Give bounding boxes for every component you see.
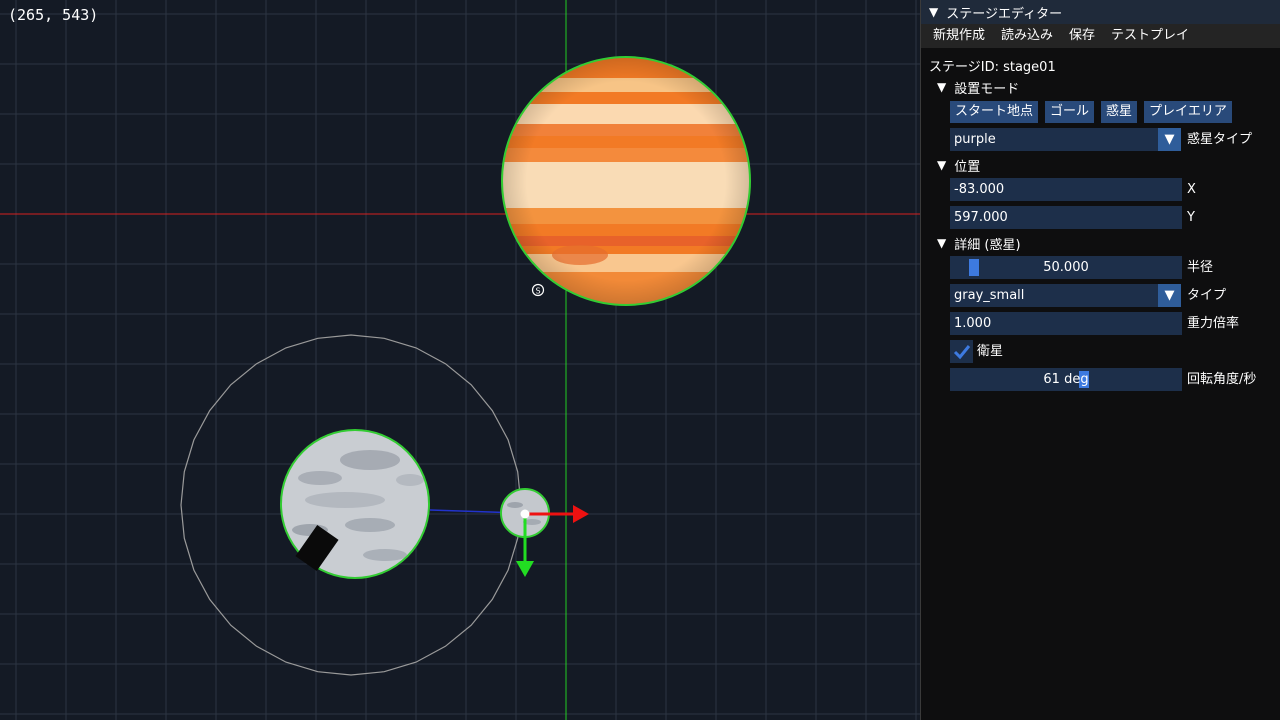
radius-label: 半径: [1187, 260, 1214, 275]
gizmo-center-handle[interactable]: [520, 509, 530, 519]
panel-titlebar[interactable]: ▼ ステージエディター: [921, 0, 1280, 24]
position-x-label: X: [1187, 182, 1196, 197]
rotation-label: 回転角度/秒: [1187, 372, 1257, 387]
type-label: タイプ: [1187, 288, 1227, 303]
stage-canvas[interactable]: S: [0, 0, 920, 720]
type-select[interactable]: gray_small: [950, 284, 1158, 307]
checkmark-icon: [953, 345, 971, 360]
collapse-triangle-icon[interactable]: ▼: [929, 5, 938, 19]
placement-mode-header[interactable]: ▼ 設置モード: [921, 76, 1280, 98]
jupiter-planet[interactable]: [500, 55, 760, 315]
position-y-input[interactable]: 597.000: [950, 206, 1182, 229]
position-y-label: Y: [1187, 210, 1195, 225]
section-triangle-icon[interactable]: ▼: [937, 80, 946, 94]
type-dropdown-icon[interactable]: ▼: [1158, 284, 1181, 307]
stage-id-label: ステージID: stage01: [929, 59, 1056, 75]
position-header[interactable]: ▼ 位置: [921, 154, 1280, 176]
planet-type-label: 惑星タイプ: [1187, 132, 1253, 147]
move-gizmo[interactable]: [516, 505, 589, 577]
menu-new[interactable]: 新規作成: [925, 24, 993, 48]
radius-slider[interactable]: 50.000: [950, 256, 1182, 279]
stage-editor-panel: ▼ ステージエディター 新規作成 読み込み 保存 テストプレイ ステージID: …: [920, 0, 1280, 720]
gravity-input[interactable]: 1.000: [950, 312, 1182, 335]
menu-save[interactable]: 保存: [1061, 24, 1103, 48]
satellite-checkbox[interactable]: [950, 340, 973, 363]
menu-testplay[interactable]: テストプレイ: [1103, 24, 1197, 48]
details-header[interactable]: ▼ 詳細 (惑星): [921, 232, 1280, 254]
stage-viewport[interactable]: S (265, 543): [0, 0, 920, 720]
rotation-value: 61 deg: [1043, 372, 1089, 387]
radius-slider-grab[interactable]: [969, 259, 979, 276]
section-triangle-icon[interactable]: ▼: [937, 158, 946, 172]
planet-type-dropdown-icon[interactable]: ▼: [1158, 128, 1181, 151]
gravity-label: 重力倍率: [1187, 316, 1240, 331]
panel-title: ステージエディター: [946, 6, 1063, 22]
details-title: 詳細 (惑星): [954, 237, 1021, 253]
placement-mode-title: 設置モード: [954, 81, 1020, 97]
planet-button[interactable]: 惑星: [1101, 101, 1138, 123]
gizmo-y-arrowhead[interactable]: [516, 561, 534, 577]
play-area-button[interactable]: プレイエリア: [1144, 101, 1232, 123]
radius-value: 50.000: [1043, 260, 1089, 275]
gizmo-x-arrowhead[interactable]: [573, 505, 589, 523]
grid: [0, 0, 920, 720]
goal-button[interactable]: ゴール: [1045, 101, 1095, 123]
gray-planet[interactable]: [280, 429, 430, 580]
start-point-button[interactable]: スタート地点: [950, 101, 1039, 123]
section-triangle-icon[interactable]: ▼: [937, 236, 946, 250]
position-title: 位置: [954, 159, 981, 175]
menu-bar: 新規作成 読み込み 保存 テストプレイ: [921, 24, 1280, 48]
svg-text:S: S: [535, 287, 540, 296]
rotation-slider[interactable]: 61 deg: [950, 368, 1182, 391]
cursor-coordinates: (265, 543): [8, 6, 99, 24]
menu-load[interactable]: 読み込み: [993, 24, 1061, 48]
position-x-input[interactable]: -83.000: [950, 178, 1182, 201]
satellite-label: 衛星: [977, 344, 1004, 359]
start-point-marker[interactable]: S: [531, 283, 545, 297]
planet-type-select[interactable]: purple: [950, 128, 1158, 151]
